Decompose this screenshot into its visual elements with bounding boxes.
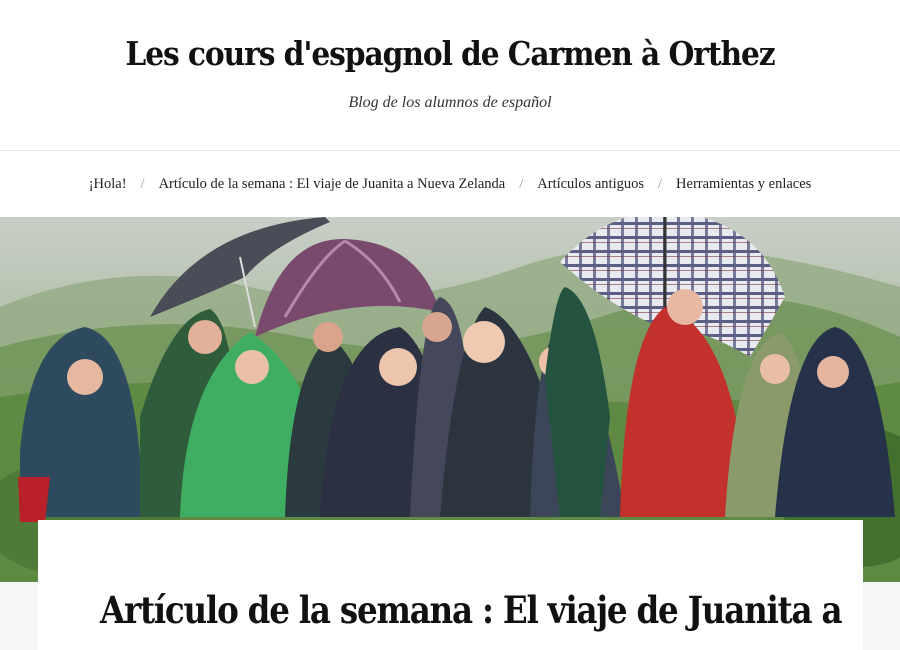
nav-item-herramientas[interactable]: Herramientas y enlaces xyxy=(676,176,811,193)
nav-separator: / xyxy=(658,175,663,192)
site-header: Les cours d'espagnol de Carmen à Orthez … xyxy=(0,0,900,150)
site-description: Blog de los alumnos de español xyxy=(348,94,552,111)
site-title[interactable]: Les cours d'espagnol de Carmen à Orthez xyxy=(45,34,855,73)
nav-separator: / xyxy=(140,175,145,192)
post-card: Artículo de la semana : El viaje de Juan… xyxy=(38,520,863,650)
main-navigation: ¡Hola! / Artículo de la semana : El viaj… xyxy=(0,151,900,217)
nav-item-articulo-semana[interactable]: Artículo de la semana : El viaje de Juan… xyxy=(159,176,506,193)
post-title[interactable]: Artículo de la semana : El viaje de Juan… xyxy=(100,588,843,632)
nav-item-articulos-antiguos[interactable]: Artículos antiguos xyxy=(537,176,644,193)
nav-separator: / xyxy=(519,175,524,192)
nav-item-hola[interactable]: ¡Hola! xyxy=(89,176,127,193)
